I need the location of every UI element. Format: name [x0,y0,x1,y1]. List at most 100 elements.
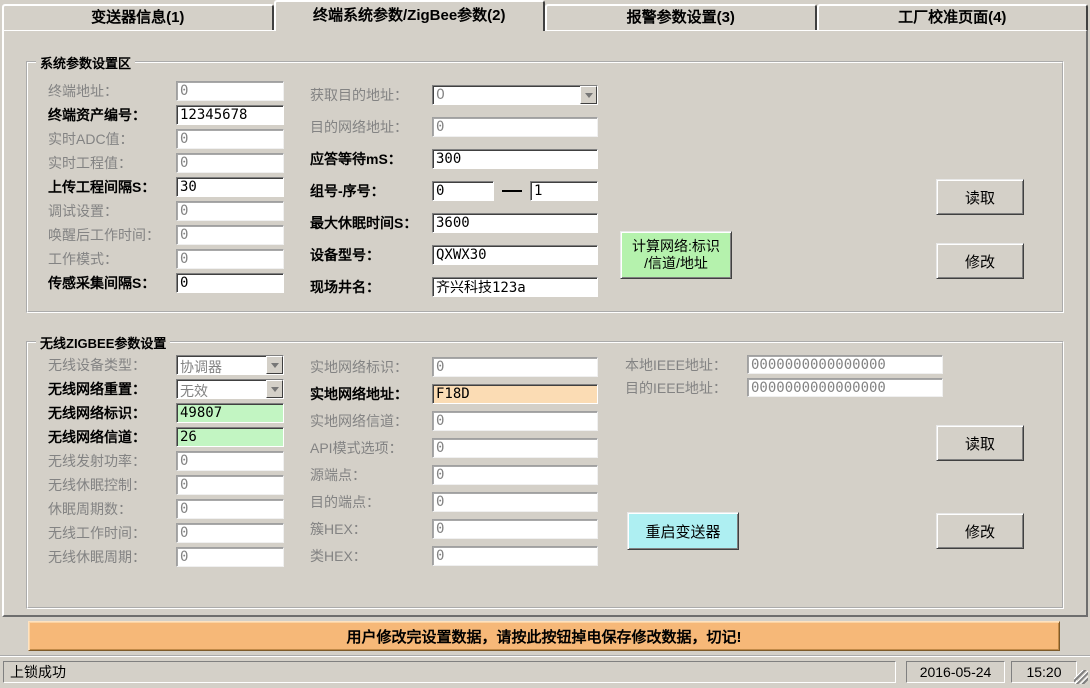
tab-factory-calibration[interactable]: 工厂校准页面(4) [817,4,1089,30]
tab-strip: 变送器信息(1) 终端系统参数/ZigBee参数(2) 报警参数设置(3) 工厂… [2,0,1088,30]
field-realtime-eng-value: 实时工程值： [48,151,284,175]
calc-network-line2: /信道/地址 [644,255,708,272]
api-mode-option-input [432,438,598,458]
field-label: 设备型号： [310,245,432,265]
field-label: 休眠周期数： [48,499,176,519]
field-wireless-network-reset: 无线网络重置： 无效 [48,377,284,401]
field-label: 组号-序号： [310,181,432,201]
field-wireless-device-type: 无线设备类型： 协调器 [48,353,284,377]
dash-separator [494,190,530,192]
field-label: 目的端点： [310,492,432,512]
status-time: 15:20 [1011,661,1077,683]
resize-grip-icon[interactable] [1074,670,1088,684]
field-label: 无线网络信道： [48,427,176,447]
field-device-model: 设备型号： [310,239,598,271]
field-label: 终端地址： [48,81,176,101]
save-settings-banner-button[interactable]: 用户修改完设置数据，请按此按钮掉电保存修改数据，切记! [28,621,1060,651]
field-label: 现场井名： [310,277,432,297]
field-sleep-cycle-count: 休眠周期数： [48,497,284,521]
chevron-down-icon [266,380,283,398]
field-label: 应答等待mS： [310,149,432,169]
wireless-device-type-combo: 协调器 [176,355,284,375]
status-bar: 上锁成功 2016-05-24 15:20 [0,655,1090,686]
wireless-network-channel-input[interactable] [176,427,284,447]
field-local-ieee-address: 本地IEEE地址： [625,353,943,376]
reply-wait-ms-input[interactable] [432,149,598,169]
wireless-work-time-input [176,523,284,543]
field-reply-wait-ms: 应答等待mS： [310,143,598,175]
field-label: 上传工程间隔S： [48,177,176,197]
get-dest-address-combo: 0 [432,85,598,105]
restart-transmitter-button[interactable]: 重启变送器 [627,512,739,550]
field-wireless-network-id: 无线网络标识： [48,401,284,425]
site-well-name-input[interactable] [432,277,598,297]
modify-button-system[interactable]: 修改 [936,243,1024,279]
zigbee-left-column: 无线设备类型： 协调器 无线网络重置： 无效 无线网络标识： 无线网络信道： [48,353,284,569]
field-dest-ieee-address: 目的IEEE地址： [625,376,943,399]
combo-value: 0 [433,86,580,104]
wireless-network-id-input[interactable] [176,403,284,423]
field-terminal-address: 终端地址： [48,79,284,103]
field-label: 目的网络地址： [310,117,432,137]
wireless-sleep-cycle-input [176,547,284,567]
tab-terminal-zigbee-params[interactable]: 终端系统参数/ZigBee参数(2) [274,0,546,31]
realtime-eng-value-input [176,153,284,173]
max-sleep-time-input[interactable] [432,213,598,233]
field-source-endpoint: 源端点： [310,461,598,488]
application-window: { "tabs": [ { "label": "变送器信息(1)", "acti… [0,0,1090,688]
field-label: 无线休眠控制： [48,475,176,495]
modify-button-zigbee[interactable]: 修改 [936,513,1024,549]
calc-network-button[interactable]: 计算网络:标识 /信道/地址 [620,231,732,279]
read-button-system[interactable]: 读取 [936,179,1024,215]
realtime-adc-input [176,129,284,149]
combo-value: 无效 [177,380,266,398]
field-dest-network-address: 目的网络地址： [310,111,598,143]
field-wireless-sleep-control: 无线休眠控制： [48,473,284,497]
field-label: 类HEX： [310,546,432,566]
system-left-column: 终端地址： 终端资产编号： 实时ADC值： 实时工程值： 上传工程间隔S： 调试… [48,79,284,295]
field-wireless-tx-power: 无线发射功率： [48,449,284,473]
field-label: 无线发射功率： [48,451,176,471]
chevron-down-icon [266,356,283,374]
serial-number-input[interactable] [530,181,598,201]
field-label: 调试设置： [48,201,176,221]
tab-transmitter-info[interactable]: 变送器信息(1) [2,4,274,30]
terminal-address-input [176,81,284,101]
terminal-asset-number-input[interactable] [176,105,284,125]
field-label: 无线设备类型： [48,355,176,375]
upload-interval-input[interactable] [176,177,284,197]
field-local-network-channel: 实地网络信道： [310,407,598,434]
field-label: 实地网络信道： [310,411,432,431]
field-label: API模式选项： [310,438,432,458]
status-message: 上锁成功 [3,661,896,683]
field-label: 簇HEX： [310,519,432,539]
field-label: 实时ADC值： [48,129,176,149]
field-label: 唤醒后工作时间： [48,225,176,245]
work-time-after-wake-input [176,225,284,245]
local-network-channel-input [432,411,598,431]
field-wireless-work-time: 无线工作时间： [48,521,284,545]
dest-ieee-address-input [747,378,943,397]
combo-value: 协调器 [177,356,266,374]
field-wireless-network-channel: 无线网络信道： [48,425,284,449]
field-label: 获取目的地址： [310,85,432,105]
tab-alarm-params[interactable]: 报警参数设置(3) [545,4,817,30]
field-realtime-adc: 实时ADC值： [48,127,284,151]
dest-network-address-input [432,117,598,137]
field-label: 最大休眠时间S： [310,213,432,233]
local-network-address-input[interactable] [432,384,598,404]
read-button-zigbee[interactable]: 读取 [936,425,1024,461]
sleep-cycle-count-input [176,499,284,519]
group-number-input[interactable] [432,181,494,201]
field-label: 目的IEEE地址： [625,378,747,398]
device-model-input[interactable] [432,245,598,265]
field-max-sleep-time: 最大休眠时间S： [310,207,598,239]
zigbee-right-column: 本地IEEE地址： 目的IEEE地址： [625,353,943,399]
debug-setting-input [176,201,284,221]
sensor-interval-input[interactable] [176,273,284,293]
dest-endpoint-input [432,492,598,512]
field-local-network-id: 实地网络标识： [310,353,598,380]
wireless-tx-power-input [176,451,284,471]
local-ieee-address-input [747,355,943,374]
zigbee-middle-column: 实地网络标识： 实地网络地址： 实地网络信道： API模式选项： 源端点： 目的… [310,353,598,569]
